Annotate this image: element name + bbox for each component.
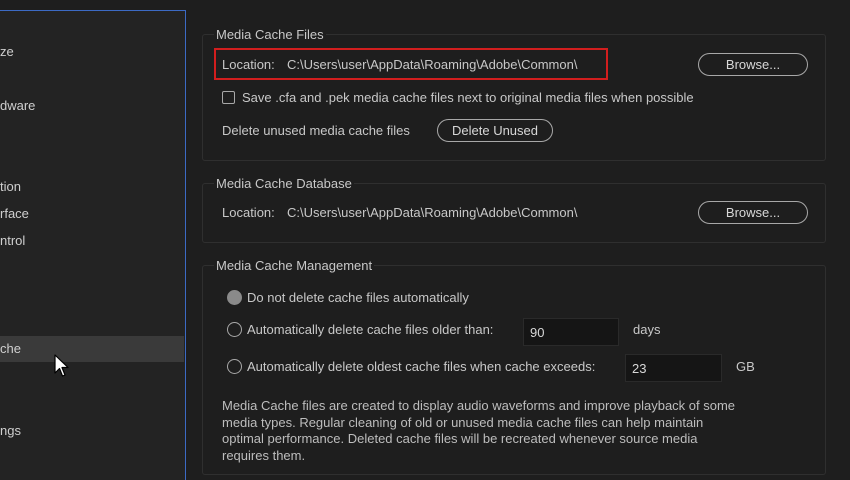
gb-unit-label: GB [736, 359, 755, 374]
media-cache-database-title: Media Cache Database [214, 176, 354, 191]
media-cache-files-title: Media Cache Files [214, 27, 326, 42]
radio-older-than-label: Automatically delete cache files older t… [247, 322, 494, 337]
sidebar-item-label: rface [0, 206, 29, 221]
mouse-cursor-icon [54, 354, 69, 377]
radio-exceeds-label: Automatically delete oldest cache files … [247, 359, 596, 374]
sidebar-item-media-cache[interactable]: che [0, 336, 184, 362]
sidebar-item-label: tion [0, 179, 21, 194]
media-cache-description: Media Cache files are created to display… [222, 398, 736, 463]
exceeds-gb-input[interactable]: 23 [625, 354, 722, 382]
sidebar-item-label: ntrol [0, 233, 26, 248]
radio-no-delete-label: Do not delete cache files automatically [247, 290, 469, 305]
days-unit-label: days [633, 322, 661, 337]
save-cfa-pek-checkbox[interactable] [222, 91, 235, 104]
sidebar-item-label: dware [0, 98, 36, 113]
older-than-days-input[interactable]: 90 [523, 318, 619, 346]
cache-files-browse-button[interactable]: Browse... [698, 53, 808, 76]
media-cache-management-title: Media Cache Management [214, 258, 375, 273]
cache-files-location-label: Location: [222, 57, 275, 72]
delete-unused-label: Delete unused media cache files [222, 123, 410, 138]
radio-no-delete[interactable] [227, 290, 242, 305]
cache-files-location-path: C:\Users\user\AppData\Roaming\Adobe\Comm… [287, 57, 578, 72]
delete-unused-button[interactable]: Delete Unused [437, 119, 553, 142]
preferences-sidebar [0, 10, 186, 480]
save-cfa-pek-label: Save .cfa and .pek media cache files nex… [242, 90, 694, 105]
cache-database-location-label: Location: [222, 205, 275, 220]
sidebar-item-label: ze [0, 44, 14, 59]
radio-older-than[interactable] [227, 322, 242, 337]
sidebar-item-label: che [0, 341, 21, 356]
cache-database-location-path: C:\Users\user\AppData\Roaming\Adobe\Comm… [287, 205, 578, 220]
cache-database-browse-button[interactable]: Browse... [698, 201, 808, 224]
sidebar-item-label: ngs [0, 423, 21, 438]
radio-exceeds[interactable] [227, 359, 242, 374]
